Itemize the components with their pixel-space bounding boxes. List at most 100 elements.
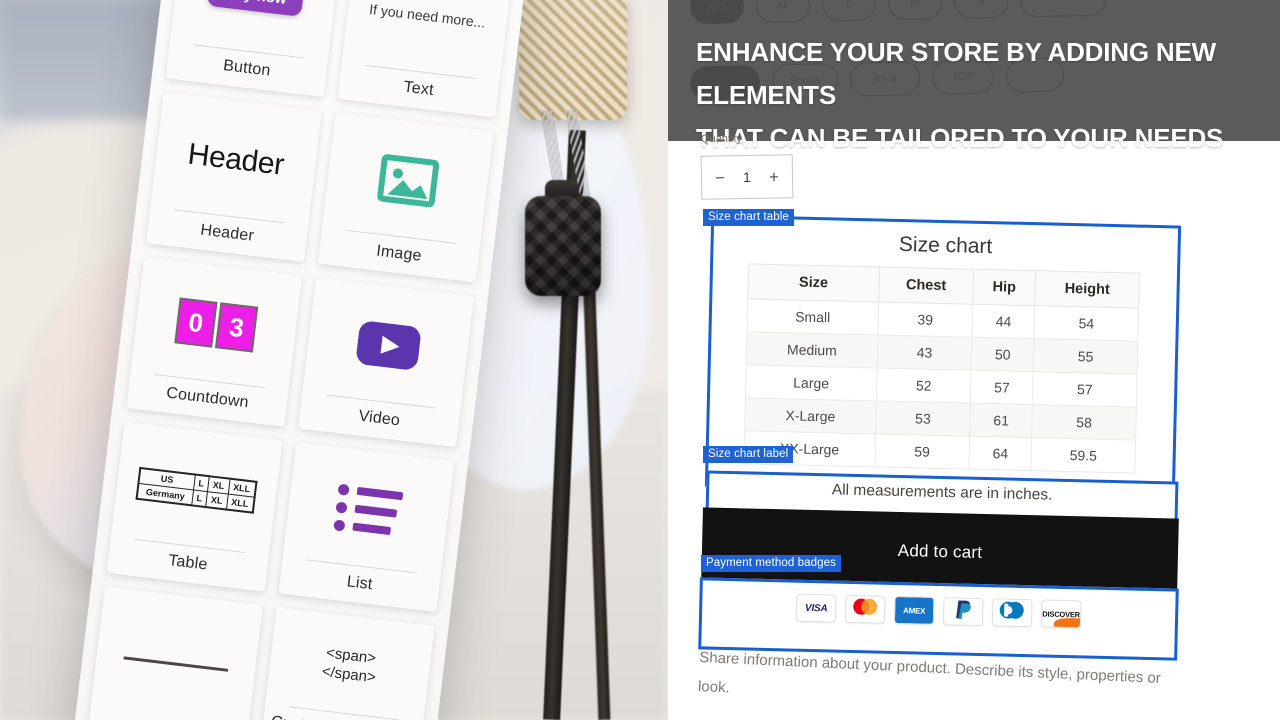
payment-badge-discover: DISCOVER [1040,599,1082,629]
annotation-badge-size-chart-table: Size chart table [703,209,794,226]
overlay-headline: ENHANCE YOUR STORE BY ADDING NEW ELEMENT… [696,31,1266,160]
cell-height: 55 [1033,338,1138,375]
paypal-icon [955,599,972,624]
cell-chest: 53 [875,400,971,437]
list-icon-row [333,518,399,538]
element-card-label: Video [357,407,402,430]
quantity-increase-button[interactable]: + [769,167,779,186]
cell-size: X-Large [744,397,877,434]
cell-size: Large [745,364,877,401]
video-preview [311,288,465,402]
visa-icon: VISA [804,602,828,614]
payment-badge-mastercard [844,594,886,624]
quantity-stepper[interactable]: − 1 + [700,154,794,200]
size-chart-body: Small 39 44 54 Medium 43 50 55 Large 52 … [743,298,1139,474]
black-quilted-bag [525,196,601,296]
element-card-video[interactable]: Video [298,277,474,448]
element-card-label: Table [167,552,209,574]
element-card-header[interactable]: Header Header [145,92,322,262]
annotation-badge-payment-methods: Payment method badges [701,555,841,572]
annotation-badge-size-chart-label: Size chart label [703,446,794,463]
cell-size: Medium [746,331,878,368]
quantity-decrease-button[interactable]: − [715,168,725,187]
cell-hip: 64 [969,436,1032,471]
list-icon-row [337,483,404,502]
screenshot-stage: Buy now Button If you need more... Text … [0,0,1280,720]
size-chart-col-hip: Hip [972,269,1036,306]
image-icon [376,153,439,208]
custom-html-preview: <span> </span> [274,618,425,714]
overlay-headline-line2: THAT CAN BE TAILORED TO YOUR NEEDS [696,122,1224,153]
code-sample: <span> </span> [321,644,379,688]
quantity-label: Quantity [700,132,743,146]
cell-chest: 59 [874,433,970,470]
table-icon-cell: XLL [226,493,255,513]
element-card-table[interactable]: US L XL XLL Germany L XL XLL Table [106,421,283,592]
size-chart-col-size: Size [747,263,880,302]
element-card-label: Image [375,242,423,265]
cell-hip: 61 [969,403,1033,438]
cell-hip: 50 [971,337,1035,372]
list-bullet [333,518,346,532]
countdown-digit: 3 [215,302,259,353]
element-card-countdown[interactable]: 0 3 Countdown [126,257,303,427]
bullet-list-icon [333,483,404,538]
buy-now-button-preview: Buy now [206,0,305,17]
element-card-divider[interactable] [86,586,263,720]
text-sample: If you need more... [368,0,487,31]
cell-hip: 44 [972,304,1035,339]
table-icon-cell: XL [205,491,228,509]
cell-chest: 43 [876,334,973,371]
discover-swoosh-icon [1053,617,1081,628]
video-play-icon [355,320,422,371]
amex-icon: AMEX [894,596,934,624]
cell-height: 57 [1032,371,1138,408]
element-card-custom-html[interactable]: <span> </span> Custom Html/Liquid [258,607,435,720]
element-card-image[interactable]: Image [317,112,494,283]
cell-hip: 57 [970,370,1034,405]
payment-badge-diners-club [991,598,1033,628]
mastercard-icon [850,597,881,622]
list-preview [292,453,446,567]
element-card-label: Header [199,221,255,245]
cell-height: 59.5 [1031,437,1136,474]
add-to-cart-label: Add to cart [897,540,983,562]
payment-badge-visa: VISA [795,593,837,623]
element-card-label: Text [402,78,435,100]
product-photo-background: Buy now Button If you need more... Text … [0,0,668,720]
element-card-label: List [345,573,374,594]
diners-club-icon [999,600,1026,625]
element-card-button[interactable]: Buy now Button [165,0,342,98]
countdown-digits: 0 3 [174,297,259,353]
element-card-label: Button [222,57,272,80]
quantity-value[interactable]: 1 [743,169,751,185]
cell-height: 54 [1034,305,1139,342]
size-chart-table: Size Chest Hip Height Small 39 44 54 Med… [743,263,1141,474]
cell-chest: 39 [877,301,973,338]
table-icon: US L XL XLL Germany L XL XLL [136,466,258,514]
cell-size: Small [747,298,879,335]
list-icon-row [335,501,401,520]
cell-height: 58 [1031,404,1137,441]
payment-badge-paypal [942,597,984,627]
divider-line-icon [123,655,229,672]
straw-bag [519,0,627,120]
overlay-headline-line1: ENHANCE YOUR STORE BY ADDING NEW ELEMENT… [696,37,1216,110]
header-sample: Header [186,137,286,182]
payment-badge-amex: AMEX [893,595,935,625]
size-chart-col-height: Height [1034,270,1140,309]
element-card-list[interactable]: List [278,442,455,613]
header-preview: Header [159,103,313,217]
element-card-text[interactable]: If you need more... Text [337,0,514,118]
size-chart-col-chest: Chest [878,266,974,305]
text-preview: If you need more... [351,0,505,73]
list-bar [352,522,392,536]
list-bar [354,504,398,518]
list-bar [356,486,404,501]
table-preview: US L XL XLL Germany L XL XLL [120,433,274,547]
cell-chest: 52 [876,367,972,404]
list-bullet [337,483,350,496]
amex-label: AMEX [903,605,926,616]
countdown-digit: 0 [174,297,218,348]
divider-preview [98,598,254,720]
